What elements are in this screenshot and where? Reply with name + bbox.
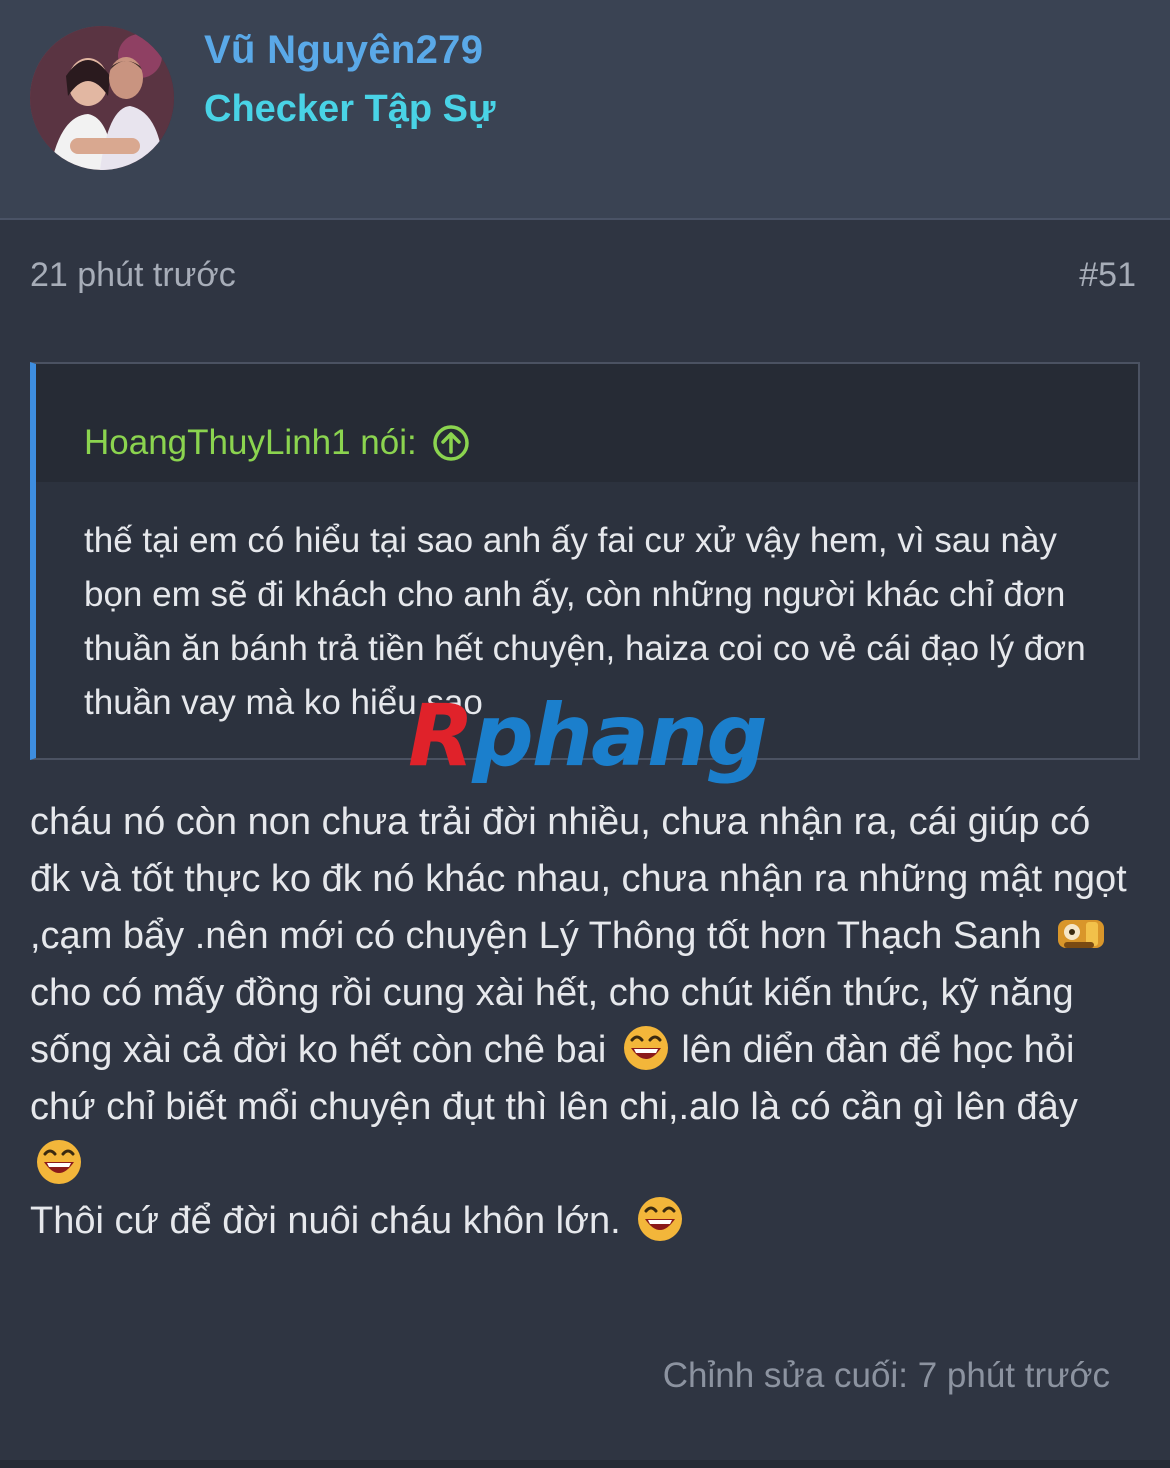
quote-author-link[interactable]: HoangThuyLinh1 nói:	[84, 423, 471, 463]
laughing-emoji-icon	[635, 1195, 685, 1243]
post-paragraph-3: Thôi cứ để đời nuôi cháu khôn lớn.	[30, 1200, 621, 1242]
user-header: Vũ Nguyên279 Checker Tập Sự	[0, 0, 1170, 220]
laughing-emoji-icon	[621, 1024, 671, 1072]
divider	[0, 1460, 1170, 1468]
quote-header: HoangThuyLinh1 nói:	[36, 364, 1138, 482]
avatar-photo	[30, 26, 174, 170]
username[interactable]: Vũ Nguyên279	[204, 28, 483, 73]
edit-note: Chỉnh sửa cuối: 7 phút trước	[662, 1356, 1110, 1395]
tired-emoji-icon	[1056, 910, 1106, 958]
quote-block: HoangThuyLinh1 nói: thế tại em có hiểu t…	[30, 362, 1140, 760]
post-paragraph-1: cháu nó còn non chưa trải đời nhiều, chư…	[30, 801, 1127, 957]
avatar[interactable]	[30, 26, 174, 170]
post-body: cháu nó còn non chưa trải đời nhiều, chư…	[30, 794, 1140, 1250]
laughing-emoji-icon	[34, 1138, 84, 1186]
post-time[interactable]: 21 phút trước	[30, 256, 236, 295]
user-title: Checker Tập Sự	[204, 88, 496, 130]
post-number[interactable]: #51	[1079, 256, 1136, 295]
quote-up-arrow-icon[interactable]	[431, 423, 471, 463]
quote-text: thế tại em có hiểu tại sao anh ấy fai cư…	[84, 521, 1086, 722]
quote-author: HoangThuyLinh1 nói:	[84, 423, 417, 462]
